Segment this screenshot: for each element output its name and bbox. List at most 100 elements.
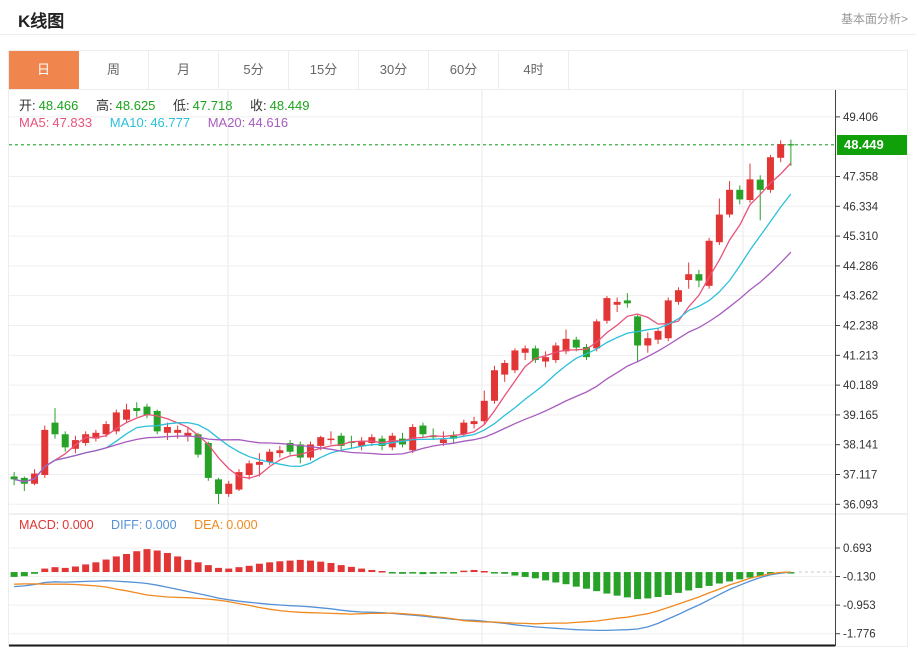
macd-hist-bar bbox=[614, 572, 621, 596]
candle-body bbox=[164, 427, 171, 433]
candle-body bbox=[542, 357, 549, 361]
macd-hist-bar bbox=[154, 551, 161, 573]
macd-hist-bar bbox=[184, 560, 191, 572]
fundamental-analysis-link[interactable]: 基本面分析> bbox=[841, 10, 908, 27]
macd-hist-bar bbox=[297, 560, 304, 572]
y-axis-label: 43.262 bbox=[843, 291, 878, 303]
open-value: 48.466 bbox=[39, 98, 79, 113]
macd-hist-bar bbox=[511, 572, 518, 575]
macd-hist-bar bbox=[348, 567, 355, 572]
macd-hist-bar bbox=[522, 572, 529, 577]
candle-body bbox=[123, 410, 130, 420]
macd-hist-bar bbox=[41, 569, 48, 572]
candle-body bbox=[655, 331, 662, 340]
macd-hist-bar bbox=[368, 570, 375, 572]
tab-30分[interactable]: 30分 bbox=[359, 51, 429, 89]
high-value: 48.625 bbox=[116, 98, 156, 113]
diff-line bbox=[14, 572, 791, 630]
macd-hist-bar bbox=[542, 572, 549, 580]
macd-hist-bar bbox=[655, 572, 662, 597]
macd-hist-bar bbox=[624, 572, 631, 597]
macd-label: MACD: bbox=[19, 518, 59, 532]
macd-hist-bar bbox=[103, 560, 110, 572]
macd-hist-bar bbox=[215, 568, 222, 572]
macd-hist-bar bbox=[430, 572, 437, 574]
macd-hist-bar bbox=[563, 572, 570, 584]
macd-hist-bar bbox=[675, 572, 682, 593]
tab-5分[interactable]: 5分 bbox=[219, 51, 289, 89]
macd-legend: MACD:0.000 DIFF:0.000 DEA:0.000 bbox=[19, 518, 272, 532]
macd-hist-bar bbox=[665, 572, 672, 595]
macd-hist-bar bbox=[21, 572, 28, 576]
macd-hist-bar bbox=[399, 572, 406, 574]
ma10-value: 46.777 bbox=[150, 115, 190, 130]
macd-hist-bar bbox=[164, 553, 171, 572]
candle-body bbox=[685, 274, 692, 280]
macd-hist-bar bbox=[327, 563, 334, 572]
candle-body bbox=[327, 439, 334, 440]
ma20-value: 44.616 bbox=[248, 115, 288, 130]
tab-filler bbox=[569, 51, 907, 89]
macd-hist-bar bbox=[338, 565, 345, 572]
y-axis-label: 46.334 bbox=[843, 201, 879, 213]
candle-body bbox=[317, 437, 324, 446]
macd-hist-bar bbox=[593, 572, 600, 591]
macd-hist-bar bbox=[501, 572, 508, 574]
candle-body bbox=[787, 144, 794, 145]
macd-hist-bar bbox=[317, 562, 324, 572]
candle-body bbox=[522, 348, 529, 352]
y-axis-label: 49.406 bbox=[843, 112, 878, 124]
macd-hist-bar bbox=[11, 572, 18, 577]
candle-body bbox=[133, 408, 140, 411]
tab-15分[interactable]: 15分 bbox=[289, 51, 359, 89]
candle-body bbox=[41, 430, 48, 475]
candle-body bbox=[256, 462, 263, 465]
macd-hist-bar bbox=[726, 572, 733, 581]
open-label: 开: bbox=[19, 98, 36, 113]
macd-hist-bar bbox=[573, 572, 580, 587]
macd-hist-bar bbox=[256, 564, 263, 572]
macd-hist-bar bbox=[276, 561, 283, 572]
candle-body bbox=[471, 421, 478, 424]
y-axis-label: -0.130 bbox=[843, 572, 876, 584]
candle-body bbox=[747, 179, 754, 200]
dea-value: 0.000 bbox=[226, 518, 257, 532]
y-axis-label: 47.358 bbox=[843, 171, 878, 183]
tab-60分[interactable]: 60分 bbox=[429, 51, 499, 89]
macd-hist-bar bbox=[205, 565, 212, 572]
candle-body bbox=[246, 463, 253, 475]
macd-hist-bar bbox=[82, 564, 89, 572]
dea-label: DEA: bbox=[194, 518, 223, 532]
candle-body bbox=[511, 350, 518, 370]
y-axis-label: 41.213 bbox=[843, 350, 878, 362]
tab-日[interactable]: 日 bbox=[9, 51, 79, 89]
plot-area: 49.40647.35846.33445.31044.28643.26242.2… bbox=[9, 90, 907, 647]
tab-月[interactable]: 月 bbox=[149, 51, 219, 89]
macd-hist-bar bbox=[603, 572, 610, 594]
diff-value: 0.000 bbox=[145, 518, 176, 532]
macd-hist-bar bbox=[287, 561, 294, 572]
low-value: 47.718 bbox=[193, 98, 233, 113]
page-header: K线图 基本面分析> bbox=[0, 0, 916, 35]
macd-hist-bar bbox=[460, 571, 467, 573]
candle-body bbox=[154, 411, 161, 431]
interval-tabs: 日周月5分15分30分60分4时 bbox=[9, 51, 907, 90]
macd-hist-bar bbox=[471, 570, 478, 572]
y-axis-label: 45.310 bbox=[843, 231, 878, 243]
tab-4时[interactable]: 4时 bbox=[499, 51, 569, 89]
y-axis-label: 0.693 bbox=[843, 543, 872, 555]
candle-body bbox=[573, 340, 580, 348]
y-axis-label: 39.165 bbox=[843, 410, 878, 422]
ma20-label: MA20: bbox=[208, 115, 246, 130]
macd-hist-bar bbox=[419, 572, 426, 574]
ma5-value: 47.833 bbox=[52, 115, 92, 130]
macd-hist-bar bbox=[379, 571, 386, 573]
macd-hist-bar bbox=[123, 554, 130, 572]
macd-hist-bar bbox=[195, 562, 202, 572]
candle-body bbox=[481, 401, 488, 421]
y-axis-label: 44.286 bbox=[843, 261, 878, 273]
tab-周[interactable]: 周 bbox=[79, 51, 149, 89]
macd-hist-bar bbox=[246, 566, 253, 572]
macd-hist-bar bbox=[235, 567, 242, 572]
macd-hist-bar bbox=[716, 572, 723, 583]
